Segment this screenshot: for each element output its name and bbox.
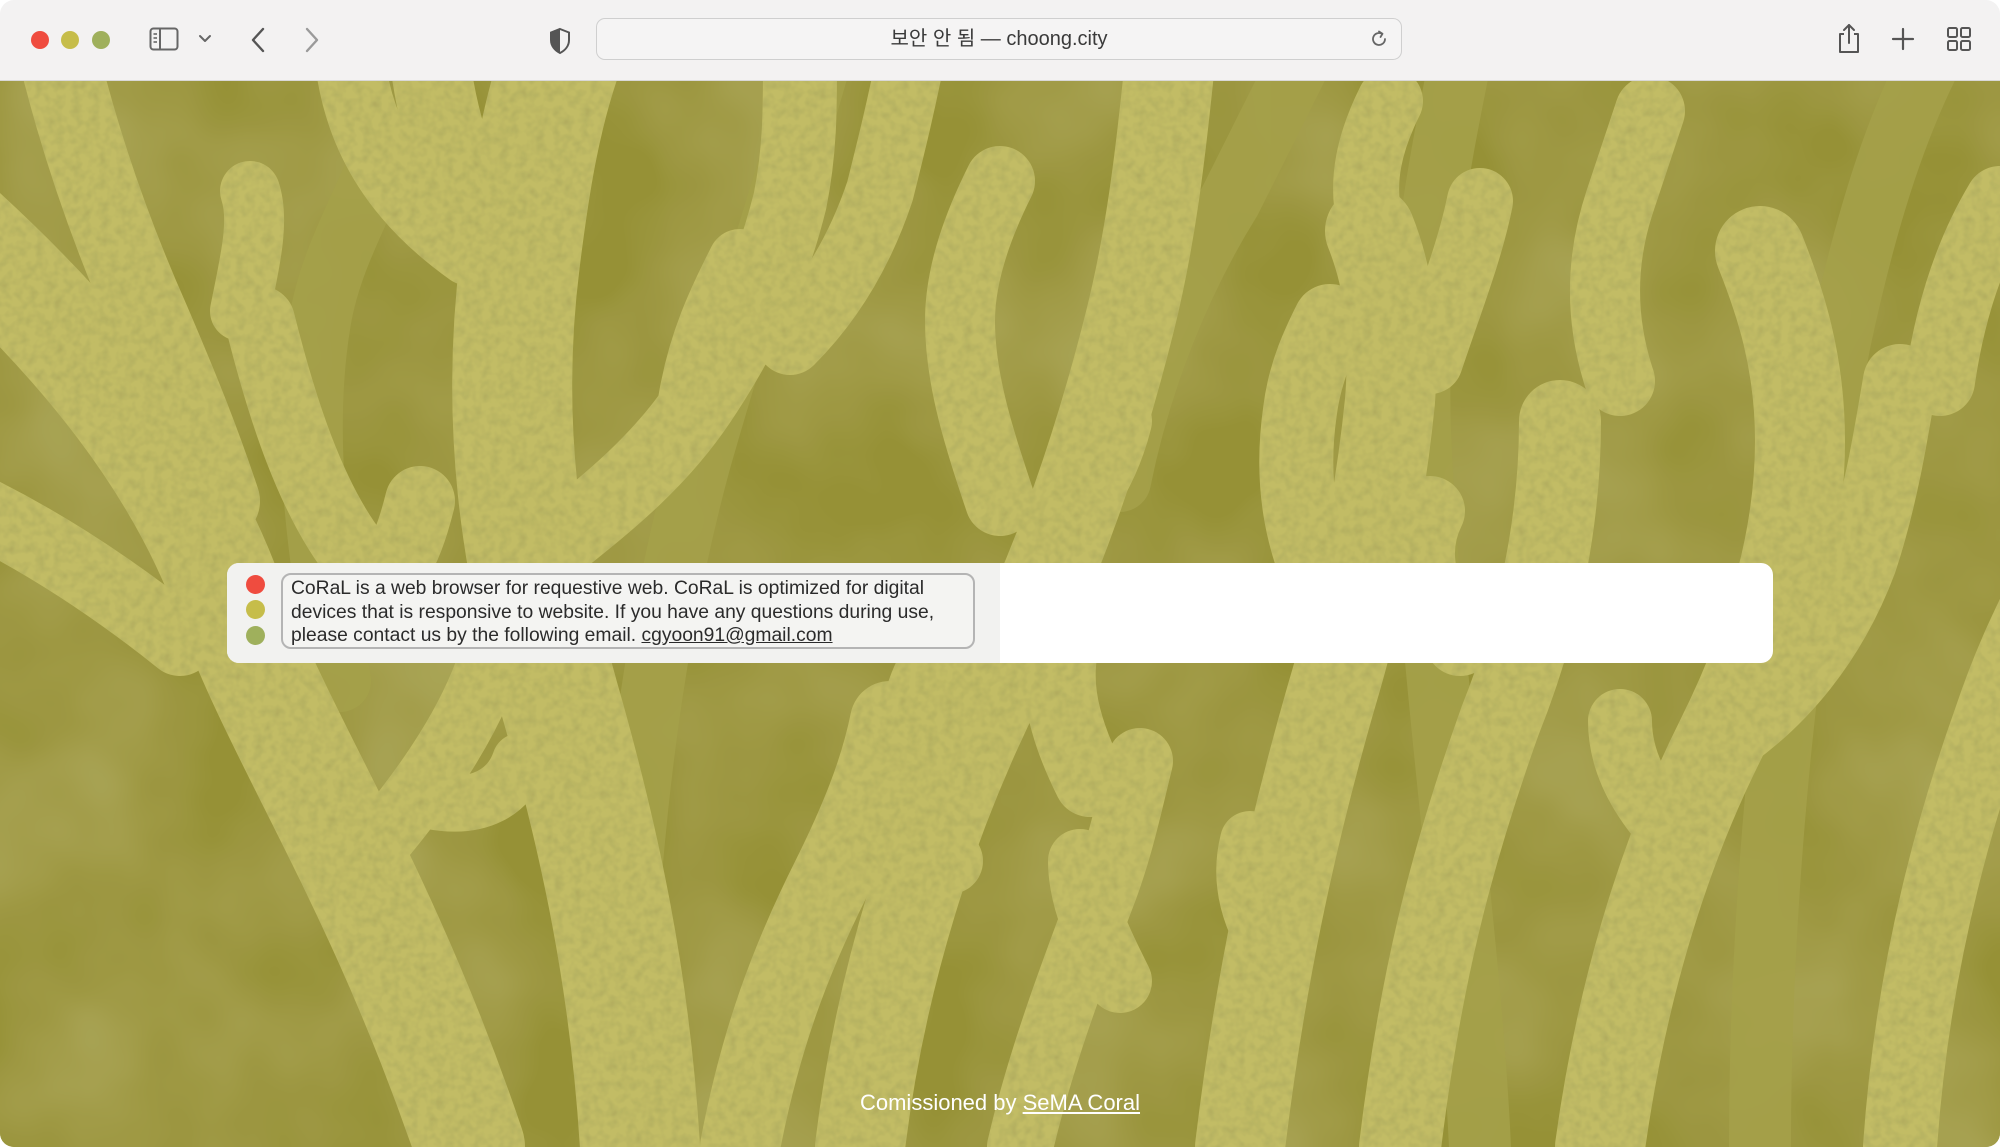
address-text: 보안 안 됨 — choong.city	[890, 28, 1108, 50]
new-tab-button[interactable]	[1888, 24, 1918, 54]
chevron-right-icon	[305, 27, 319, 53]
yellow-dot[interactable]	[246, 600, 265, 619]
close-window-button[interactable]	[31, 31, 49, 49]
address-bar[interactable]: 보안 안 됨 — choong.city	[596, 18, 1402, 60]
info-message-text: CoRaL is a web browser for requestive we…	[291, 578, 935, 646]
shield-icon	[550, 27, 570, 55]
info-popup: CoRaL is a web browser for requestive we…	[227, 563, 1773, 663]
contact-email-link[interactable]: cgyoon91@gmail.com	[641, 625, 832, 646]
share-icon	[1839, 24, 1859, 53]
back-button[interactable]	[244, 24, 272, 56]
privacy-report-button[interactable]	[546, 26, 574, 56]
browser-window: 보안 안 됨 — choong.city CoRaL is a web brow…	[0, 0, 2000, 1147]
info-message: CoRaL is a web browser for requestive we…	[281, 573, 975, 649]
sidebar-menu-button[interactable]	[196, 30, 214, 48]
grid-icon	[1947, 27, 1971, 51]
plus-icon	[1891, 27, 1915, 51]
minimize-window-button[interactable]	[61, 31, 79, 49]
sidebar-toggle-button[interactable]	[148, 26, 180, 52]
sema-coral-link[interactable]: SeMA Coral	[1023, 1090, 1140, 1115]
share-button[interactable]	[1834, 22, 1864, 56]
browser-toolbar: 보안 안 됨 — choong.city	[0, 0, 2000, 81]
red-dot[interactable]	[246, 575, 265, 594]
info-popup-panel: CoRaL is a web browser for requestive we…	[227, 563, 1000, 663]
footer-credit: Comissioned by SeMA Coral	[0, 1090, 2000, 1116]
page-content: CoRaL is a web browser for requestive we…	[0, 81, 2000, 1147]
reload-button[interactable]	[1368, 28, 1390, 50]
zoom-window-button[interactable]	[92, 31, 110, 49]
chevron-down-icon	[199, 35, 211, 42]
forward-button[interactable]	[298, 24, 326, 56]
sidebar-icon	[149, 27, 179, 51]
reload-icon	[1372, 30, 1386, 46]
tab-overview-button[interactable]	[1944, 24, 1974, 54]
footer-prefix: Comissioned by	[859, 1090, 1023, 1115]
green-dot[interactable]	[246, 626, 265, 645]
chevron-left-icon	[251, 27, 265, 53]
